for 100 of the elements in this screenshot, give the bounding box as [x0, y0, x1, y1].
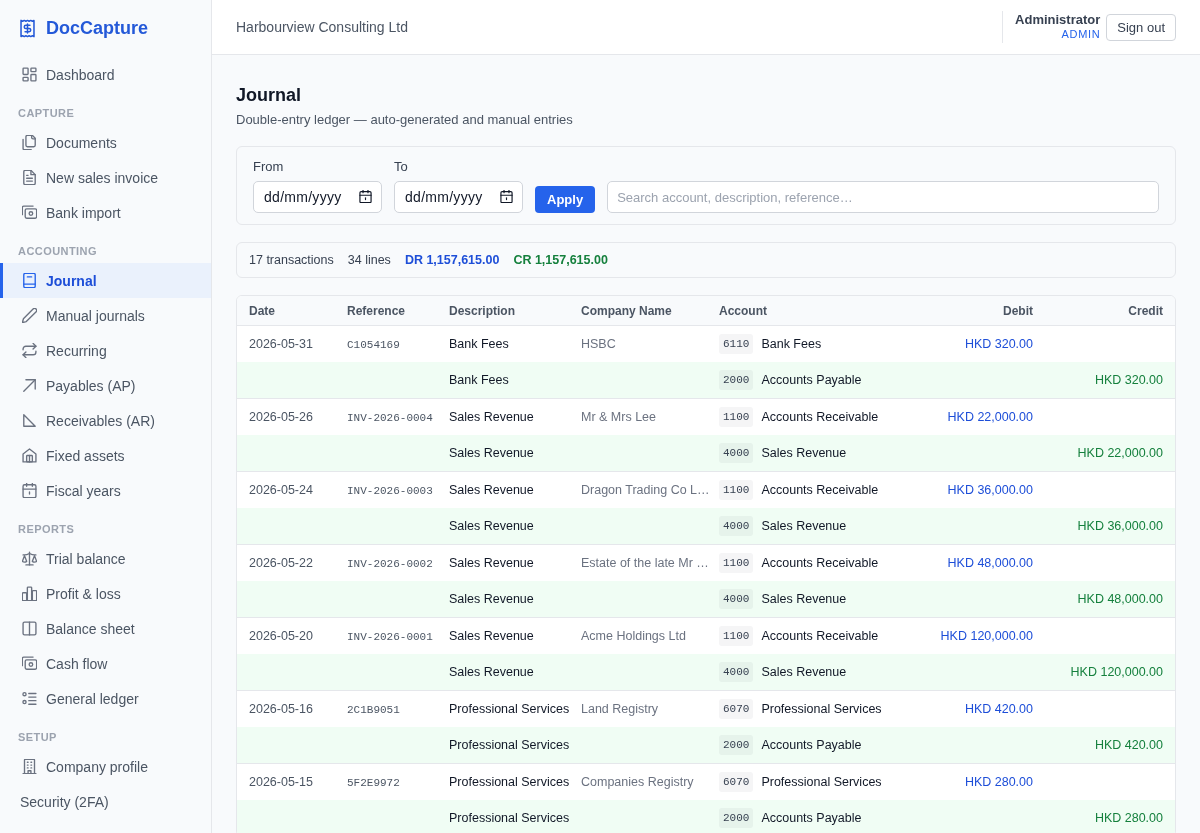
nav-item[interactable]: Trial balance — [0, 541, 211, 576]
arrow-up-right-icon — [22, 378, 37, 393]
line-description: Sales Revenue — [449, 410, 534, 424]
account-name: Accounts Receivable — [761, 483, 879, 497]
section-heading: SETUP — [18, 730, 58, 745]
account-name: Accounts Payable — [761, 738, 862, 752]
account-name: Sales Revenue — [761, 446, 847, 460]
company-name: Dragon Trading Co L… — [581, 483, 710, 497]
account-name: Bank Fees — [761, 337, 822, 351]
nav-item[interactable]: Security (2FA) — [0, 784, 211, 819]
nav-item[interactable]: Balance sheet — [0, 611, 211, 646]
nav-item[interactable]: Cash flow — [0, 646, 211, 681]
account-name: Professional Services — [761, 775, 882, 789]
account-name: Accounts Payable — [761, 811, 862, 825]
column-header: Reference — [347, 303, 406, 318]
entry-date: 2026-05-16 — [249, 702, 313, 716]
company-name: Companies Registry — [581, 775, 694, 789]
debit-total: DR 1,157,615.00 — [404, 253, 500, 267]
repeat-icon — [22, 343, 37, 358]
reference-number: INV-2026-0004 — [347, 412, 433, 424]
account-code: 1100 — [719, 626, 754, 646]
credit-amount: HKD 120,000.00 — [1070, 665, 1163, 679]
nav-item[interactable]: Fiscal years — [0, 473, 211, 508]
user-name: Administrator — [1015, 13, 1101, 27]
nav-item[interactable]: Journal — [0, 263, 211, 298]
nav-item[interactable]: Receivables (AR) — [0, 403, 211, 438]
entry-date: 2026-05-31 — [249, 337, 313, 351]
document-icon — [22, 170, 37, 185]
reference-number: INV-2026-0002 — [347, 558, 433, 570]
line-description: Professional Services — [449, 738, 570, 752]
line-description: Sales Revenue — [449, 483, 534, 497]
debit-amount: HKD 420.00 — [964, 702, 1033, 716]
nav-item[interactable]: New sales invoice — [0, 160, 211, 195]
column-header: Credit — [1128, 303, 1163, 318]
nav-item[interactable]: Documents — [0, 125, 211, 160]
line-description: Sales Revenue — [449, 446, 534, 460]
debit-amount: HKD 48,000.00 — [947, 556, 1033, 570]
nav-item[interactable]: General ledger — [0, 681, 211, 716]
line-description: Sales Revenue — [449, 665, 534, 679]
account-code: 4000 — [719, 662, 754, 682]
field-label: From — [253, 159, 285, 175]
section-heading: REPORTS — [18, 522, 76, 537]
user-role: ADMIN — [1061, 27, 1101, 41]
account-name: Professional Services — [761, 702, 882, 716]
book-icon — [22, 273, 37, 288]
pencil-icon — [22, 308, 37, 323]
account-code: 2000 — [719, 735, 754, 755]
search-field[interactable]: Search account, description, reference… — [607, 181, 1159, 213]
nav-item[interactable]: Recurring — [0, 333, 211, 368]
column-header: Debit — [1003, 303, 1033, 318]
page-subtitle: Double-entry ledger — auto-generated and manual entries — [236, 111, 574, 129]
date-field[interactable]: dd/mm/yyyy — [253, 181, 382, 213]
account-code: 6070 — [719, 772, 754, 792]
nav-item[interactable]: Payables (AP) — [0, 368, 211, 403]
line-description: Bank Fees — [449, 373, 509, 387]
credit-amount: HKD 22,000.00 — [1077, 446, 1163, 460]
credit-total: CR 1,157,615.00 — [513, 253, 608, 267]
line-description: Sales Revenue — [449, 519, 534, 533]
credit-amount: HKD 420.00 — [1094, 738, 1163, 752]
columns-icon — [22, 621, 37, 636]
line-description: Sales Revenue — [449, 556, 534, 570]
banknotes-icon — [22, 656, 37, 671]
reference-number: INV-2026-0003 — [347, 485, 433, 497]
line-count: 34 lines — [347, 253, 391, 267]
nav-item[interactable]: Manual journals — [0, 298, 211, 333]
account-name: Sales Revenue — [761, 519, 847, 533]
line-description: Sales Revenue — [449, 592, 534, 606]
account-code: 4000 — [719, 589, 754, 609]
nav-item[interactable]: Dashboard — [0, 57, 211, 92]
column-header: Account — [719, 303, 767, 318]
page-title: Journal — [236, 84, 302, 107]
field-label: To — [394, 159, 409, 175]
bar-chart-icon — [22, 586, 37, 601]
list-icon — [22, 691, 37, 706]
account-name: Sales Revenue — [761, 592, 847, 606]
account-name: Accounts Receivable — [761, 629, 879, 643]
scales-icon — [22, 551, 37, 566]
section-heading: ACCOUNTING — [18, 244, 98, 259]
account-code: 2000 — [719, 808, 754, 828]
receipt-icon — [19, 19, 36, 38]
date-field[interactable]: dd/mm/yyyy — [394, 181, 523, 213]
grid-icon — [22, 67, 37, 82]
account-name: Sales Revenue — [761, 665, 847, 679]
column-header: Company Name — [581, 303, 672, 318]
company-name: Acme Holdings Ltd — [581, 629, 686, 643]
nav-item[interactable]: Fixed assets — [0, 438, 211, 473]
entry-date: 2026-05-15 — [249, 775, 313, 789]
account-code: 1100 — [719, 480, 754, 500]
line-description: Sales Revenue — [449, 629, 534, 643]
sign-out-button[interactable]: Sign out — [1106, 13, 1176, 41]
reference-number: 2C1B9051 — [347, 704, 400, 716]
credit-amount: HKD 48,000.00 — [1077, 592, 1163, 606]
nav-item[interactable]: Company profile — [0, 749, 211, 784]
account-code: 4000 — [719, 443, 754, 463]
apply-button[interactable]: Apply — [535, 186, 596, 213]
account-name: Accounts Payable — [761, 373, 862, 387]
debit-amount: HKD 120,000.00 — [940, 629, 1033, 643]
nav-item[interactable]: Profit & loss — [0, 576, 211, 611]
nav-item[interactable]: Bank import — [0, 195, 211, 230]
account-code: 4000 — [719, 516, 754, 536]
